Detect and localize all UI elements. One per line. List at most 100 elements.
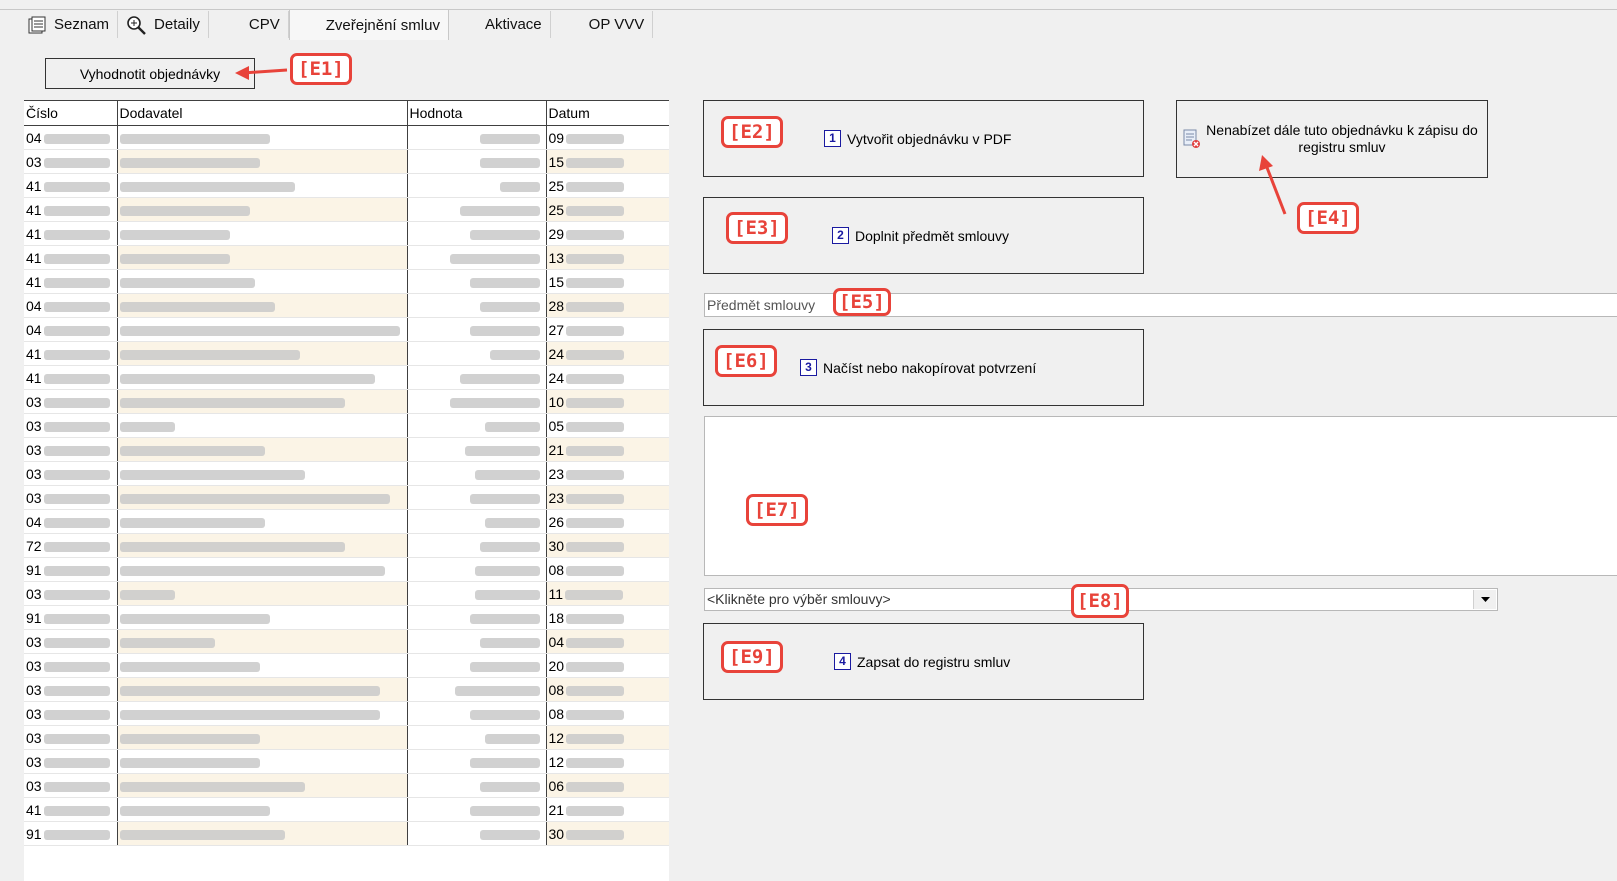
tab-detaily[interactable]: Detaily <box>118 11 209 38</box>
cell-dodavatel <box>117 653 408 678</box>
redacted-text <box>479 133 540 144</box>
redacted-text <box>43 709 110 720</box>
table-row[interactable]: 41 15 <box>24 269 669 294</box>
create-pdf-label: Vytvořit objednávku v PDF <box>847 130 1012 147</box>
cell-hodnota <box>407 413 547 438</box>
redacted-text <box>119 181 295 192</box>
table-row[interactable]: 04 27 <box>24 317 669 342</box>
redacted-text <box>566 397 625 408</box>
redacted-text <box>454 685 540 696</box>
table-row[interactable]: 03 06 <box>24 773 669 798</box>
tab-op-vvv[interactable]: OP VVV <box>550 11 654 38</box>
cell-dodavatel <box>117 485 408 510</box>
redacted-text <box>566 349 625 360</box>
cell-dodavatel <box>117 773 408 798</box>
table-row[interactable]: 04 28 <box>24 293 669 318</box>
redacted-text <box>566 541 625 552</box>
marker-e6: [E6] <box>715 345 777 377</box>
cell-datum: 24 <box>546 365 669 390</box>
datum-visible-prefix: 04 <box>548 633 565 650</box>
table-row[interactable]: 03 12 <box>24 725 669 750</box>
datum-visible-prefix: 12 <box>548 753 565 770</box>
datum-visible-prefix: 08 <box>548 705 565 722</box>
cell-hodnota <box>407 485 547 510</box>
cell-cislo: 72 <box>24 533 118 558</box>
redacted-text <box>469 805 540 816</box>
fill-subject-label: Doplnit předmět smlouvy <box>855 227 1010 244</box>
table-row[interactable]: 91 08 <box>24 557 669 582</box>
cislo-visible-prefix: 91 <box>26 609 42 626</box>
column-header-dodavatel[interactable]: Dodavatel <box>117 101 408 126</box>
column-header-cislo[interactable]: Číslo <box>24 101 118 126</box>
cell-datum: 28 <box>546 293 669 318</box>
redacted-text <box>119 421 175 432</box>
redacted-text <box>119 757 260 768</box>
cell-cislo: 03 <box>24 749 118 774</box>
redacted-text <box>479 541 540 552</box>
column-header-datum[interactable]: Datum <box>546 101 669 126</box>
table-row[interactable]: 91 30 <box>24 821 669 846</box>
tab-seznam[interactable]: Seznam <box>20 11 119 38</box>
cislo-visible-prefix: 41 <box>26 345 42 362</box>
tab-label: Detaily <box>154 16 200 33</box>
cell-dodavatel <box>117 197 408 222</box>
cell-dodavatel <box>117 701 408 726</box>
orders-grid[interactable]: Číslo Dodavatel Hodnota Datum 04 09 03 15 41… <box>24 100 669 881</box>
table-row[interactable]: 03 23 <box>24 461 669 486</box>
redacted-text <box>479 781 540 792</box>
redacted-text <box>119 517 265 528</box>
table-row[interactable]: 91 18 <box>24 605 669 630</box>
table-row[interactable]: 41 13 <box>24 245 669 270</box>
table-row[interactable]: 41 24 <box>24 341 669 366</box>
table-row[interactable]: 03 10 <box>24 389 669 414</box>
redacted-text <box>566 565 625 576</box>
datum-visible-prefix: 18 <box>548 609 565 626</box>
cislo-visible-prefix: 04 <box>26 513 42 530</box>
redacted-text <box>469 229 540 240</box>
cell-hodnota <box>407 605 547 630</box>
cell-datum: 30 <box>546 821 669 846</box>
table-row[interactable]: 04 09 <box>24 125 669 150</box>
table-row[interactable]: 72 30 <box>24 533 669 558</box>
table-row[interactable]: 03 08 <box>24 701 669 726</box>
table-row[interactable]: 03 15 <box>24 149 669 174</box>
tab-zverejneni-smluv[interactable]: Zveřejnění smluv <box>288 9 449 40</box>
table-row[interactable]: 03 23 <box>24 485 669 510</box>
table-row[interactable]: 41 29 <box>24 221 669 246</box>
table-row[interactable]: 03 08 <box>24 677 669 702</box>
table-row[interactable]: 41 25 <box>24 197 669 222</box>
table-row[interactable]: 04 26 <box>24 509 669 534</box>
redacted-text <box>566 781 625 792</box>
redacted-text <box>119 157 260 168</box>
cell-cislo: 03 <box>24 389 118 414</box>
table-row[interactable]: 03 21 <box>24 437 669 462</box>
table-row[interactable]: 41 25 <box>24 173 669 198</box>
table-row[interactable]: 03 12 <box>24 749 669 774</box>
cislo-visible-prefix: 03 <box>26 441 42 458</box>
dropdown-arrow-icon[interactable] <box>1473 590 1496 609</box>
tab-aktivace[interactable]: Aktivace <box>448 11 551 38</box>
tab-cpv[interactable]: CPV <box>208 11 289 38</box>
datum-visible-prefix: 30 <box>548 825 565 842</box>
cell-datum: 08 <box>546 701 669 726</box>
table-row[interactable]: 03 05 <box>24 413 669 438</box>
table-row[interactable]: 03 04 <box>24 629 669 654</box>
redacted-text <box>43 445 110 456</box>
redacted-text <box>469 757 540 768</box>
dont-offer-button[interactable]: Nenabízet dále tuto objednávku k zápisu … <box>1176 100 1488 178</box>
table-row[interactable]: 41 21 <box>24 797 669 822</box>
cell-cislo: 03 <box>24 701 118 726</box>
cell-dodavatel <box>117 125 408 150</box>
column-header-hodnota[interactable]: Hodnota <box>407 101 547 126</box>
cell-datum: 08 <box>546 557 669 582</box>
table-row[interactable]: 41 24 <box>24 365 669 390</box>
confirmation-textarea[interactable] <box>704 416 1617 576</box>
evaluate-orders-button[interactable]: Vyhodnotit objednávky <box>45 58 255 89</box>
table-row[interactable]: 03 11 <box>24 581 669 606</box>
cislo-visible-prefix: 91 <box>26 561 42 578</box>
cell-datum: 26 <box>546 509 669 534</box>
redacted-text <box>119 493 390 504</box>
table-row[interactable]: 03 20 <box>24 653 669 678</box>
magnifier-icon <box>127 15 146 35</box>
datum-visible-prefix: 28 <box>548 297 565 314</box>
